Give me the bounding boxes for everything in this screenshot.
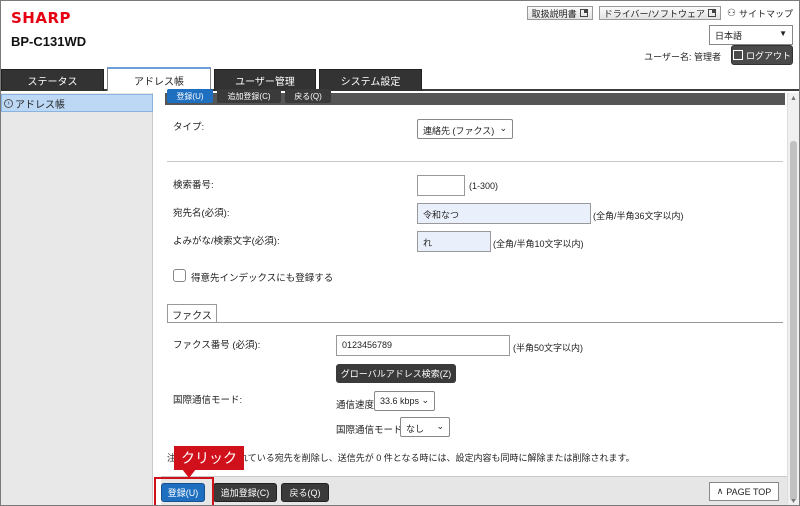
tab-label: アドレス帳	[134, 76, 184, 88]
model-name: BP-C131WD	[11, 34, 87, 49]
sitemap-icon: ⚇	[727, 7, 736, 19]
tab-label: ステータス	[27, 77, 78, 88]
top-button-strip: 登録(U) 追加登録(C) 戻る(Q)	[165, 89, 785, 105]
external-link-icon	[708, 9, 717, 17]
page-top-label: PAGE TOP	[726, 486, 772, 497]
logout-button[interactable]: ログアウト	[731, 45, 793, 65]
chevron-down-icon: ⌄	[421, 395, 429, 405]
manual-link-label: 取扱説明書	[531, 8, 577, 19]
kana-label: よみがな/検索文字(必須):	[173, 236, 280, 247]
chevron-down-icon: ▼	[779, 29, 787, 38]
favorite-index-label: 得意先インデックスにも登録する	[191, 273, 334, 284]
scroll-up-icon[interactable]: ▲	[790, 95, 797, 102]
bottom-button-bar: 登録(U) 追加登録(C) 戻る(Q) ∧ PAGE TOP	[161, 476, 787, 505]
fax-section-divider	[167, 322, 783, 323]
driver-software-link[interactable]: ドライバー/ソフトウェア	[598, 6, 722, 20]
manual-link[interactable]: 取扱説明書	[526, 6, 593, 20]
page-top-button[interactable]: ∧ PAGE TOP	[709, 482, 779, 501]
external-link-icon	[579, 9, 588, 17]
language-select[interactable]: 日本語 ▼	[709, 25, 793, 45]
type-label: タイプ:	[173, 122, 205, 133]
main-content: 登録(U) 追加登録(C) 戻る(Q) タイプ: 連絡先 (ファクス) ⌄ 検索…	[161, 89, 787, 505]
back-button[interactable]: 戻る(Q)	[281, 483, 329, 502]
tab-status[interactable]: ステータス	[1, 69, 104, 91]
sidebar-item-address-book[interactable]: › アドレス帳	[1, 94, 153, 112]
language-value: 日本語	[715, 31, 743, 41]
fax-number-hint: (半角50文字以内)	[513, 343, 584, 353]
scroll-down-icon[interactable]: ▼	[790, 498, 797, 505]
type-select[interactable]: 連絡先 (ファクス) ⌄	[417, 119, 513, 139]
tab-label: システム設定	[340, 77, 401, 88]
fax-number-input[interactable]: 0123456789	[336, 335, 510, 356]
recipient-name-hint: (全角/半角36文字以内)	[593, 211, 684, 221]
scrollbar-thumb[interactable]	[790, 141, 797, 501]
fax-section-tab[interactable]: ファクス	[167, 304, 217, 323]
logout-label: ログアウト	[745, 50, 791, 61]
sitemap-link[interactable]: ⚇ サイトマップ	[727, 7, 793, 20]
driver-link-label: ドライバー/ソフトウェア	[603, 8, 706, 19]
speed-label: 通信速度:	[336, 400, 377, 411]
back-button-top[interactable]: 戻る(Q)	[285, 89, 331, 103]
button-label: 追加登録(C)	[227, 91, 271, 101]
sitemap-label: サイトマップ	[738, 8, 793, 19]
chevron-right-icon: ›	[4, 98, 13, 108]
tab-label: ユーザー管理	[235, 77, 295, 88]
intl-mode-label: 国際通信モード:	[173, 395, 243, 406]
chevron-up-icon: ∧	[716, 486, 724, 496]
chevron-down-icon: ⌄	[436, 421, 444, 431]
tab-system-settings[interactable]: システム設定	[319, 69, 422, 91]
tab-address-book[interactable]: アドレス帳	[107, 67, 211, 91]
click-callout: クリック	[174, 446, 244, 478]
recipient-name-input[interactable]: 令和なつ	[417, 203, 591, 224]
speed-select[interactable]: 33.6 kbps ⌄	[374, 391, 435, 411]
intl-mode-select[interactable]: なし ⌄	[400, 417, 450, 437]
sharp-logo: SHARP	[11, 9, 72, 27]
fax-number-label: ファクス番号 (必須):	[173, 340, 261, 351]
chevron-down-icon: ⌄	[499, 123, 507, 133]
intl-mode-value: なし	[406, 424, 425, 434]
tab-user-management[interactable]: ユーザー管理	[214, 69, 316, 91]
click-highlight-box	[154, 477, 214, 505]
button-label: 戻る(Q)	[294, 91, 322, 101]
main-tab-bar: ステータス アドレス帳 ユーザー管理 システム設定	[1, 67, 799, 91]
button-label: グローバルアドレス検索(Z)	[340, 369, 452, 379]
type-value: 連絡先 (ファクス)	[423, 126, 495, 136]
button-label: 追加登録(C)	[220, 488, 270, 498]
speed-value: 33.6 kbps	[380, 396, 420, 406]
intl-mode-sub-label: 国際通信モード:	[336, 425, 406, 436]
user-name-label: ユーザー名: 管理者	[644, 52, 721, 62]
logout-icon	[732, 50, 743, 60]
fax-tab-label: ファクス	[172, 310, 212, 322]
button-label: 戻る(Q)	[289, 488, 321, 498]
vertical-scrollbar[interactable]: ▲ ▼	[787, 93, 799, 505]
search-number-hint: (1-300)	[469, 181, 499, 191]
search-number-label: 検索番号:	[173, 180, 214, 191]
add-register-button-top[interactable]: 追加登録(C)	[217, 89, 281, 103]
kana-hint: (全角/半角10文字以内)	[493, 239, 584, 249]
window-frame: SHARP BP-C131WD 取扱説明書 ドライバー/ソフトウェア ⚇ サイト…	[0, 0, 800, 506]
sidebar: › アドレス帳	[1, 93, 153, 505]
kana-input[interactable]: れ	[417, 231, 491, 252]
divider	[167, 161, 783, 162]
button-label: 登録(U)	[176, 91, 204, 101]
header-links: 取扱説明書 ドライバー/ソフトウェア ⚇ サイトマップ	[526, 6, 793, 20]
recipient-name-label: 宛先名(必須):	[173, 208, 230, 219]
global-address-search-button[interactable]: グローバルアドレス検索(Z)	[336, 364, 456, 383]
sidebar-item-label: アドレス帳	[15, 99, 65, 111]
register-button-top[interactable]: 登録(U)	[167, 89, 213, 103]
add-register-button[interactable]: 追加登録(C)	[213, 483, 277, 502]
search-number-input[interactable]	[417, 175, 465, 196]
favorite-index-checkbox[interactable]	[173, 269, 186, 282]
